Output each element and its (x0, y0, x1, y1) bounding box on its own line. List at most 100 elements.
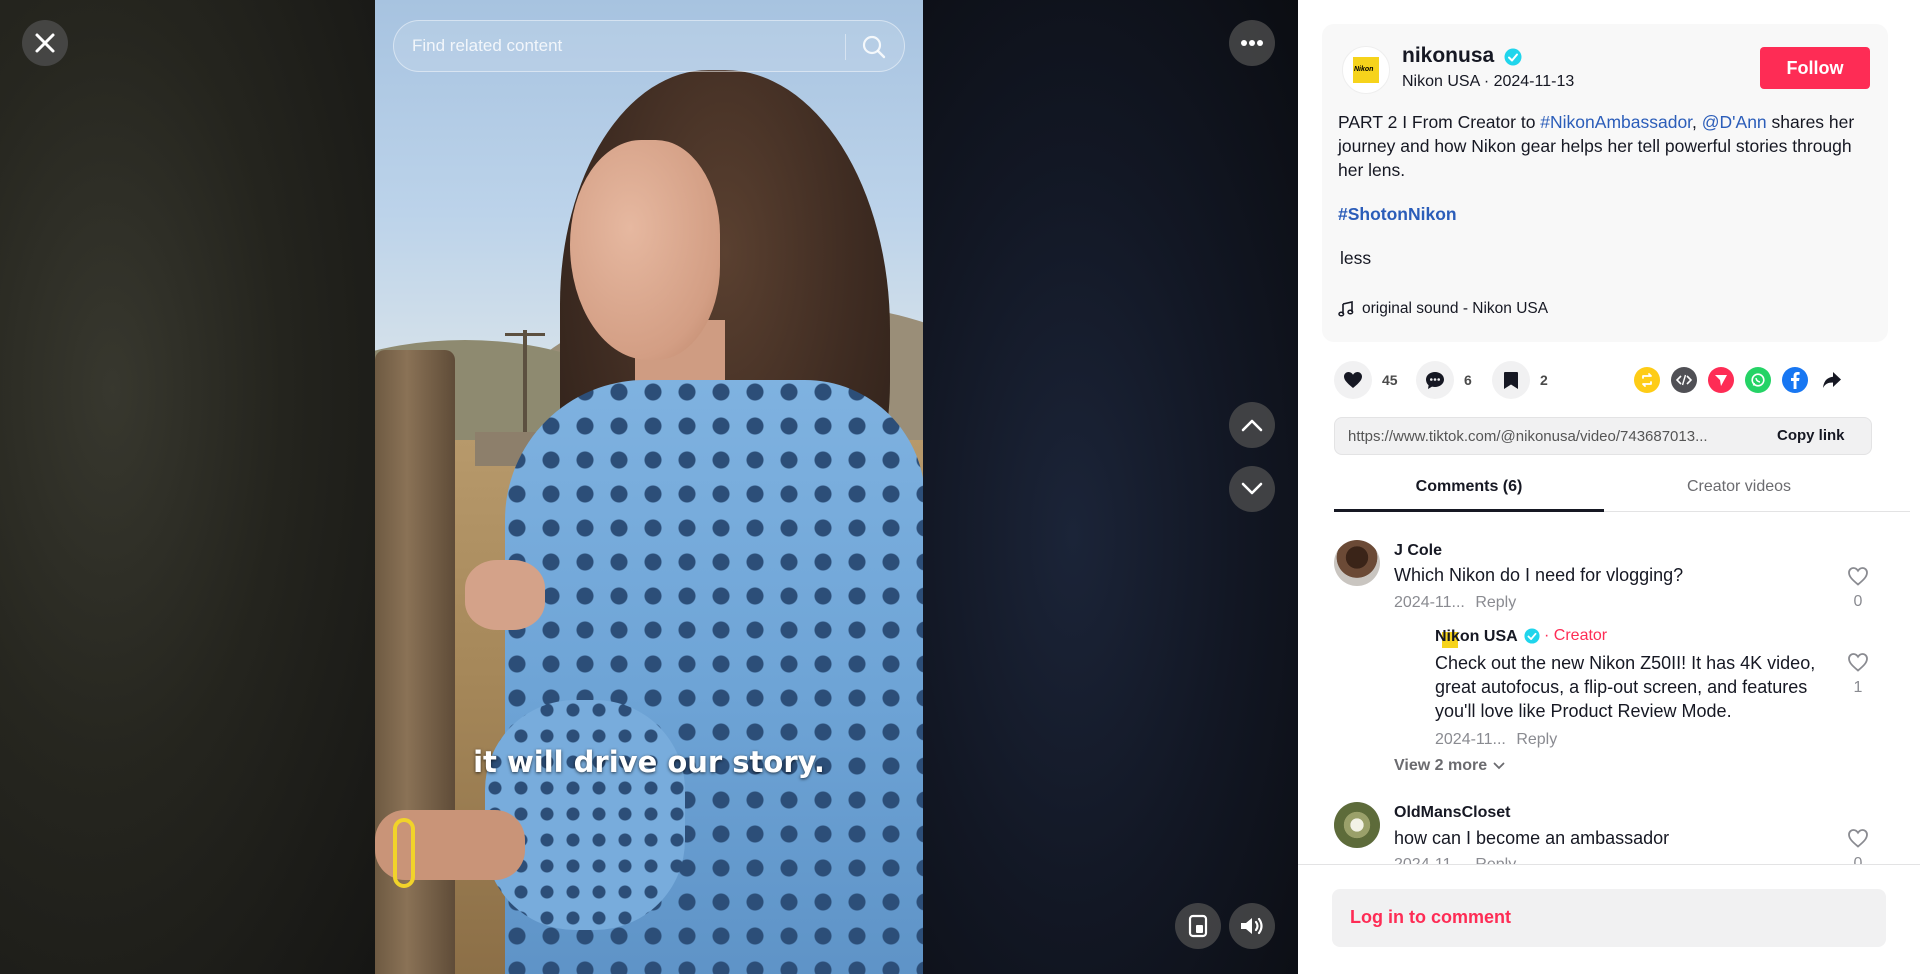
like-button[interactable]: 45 (1334, 360, 1398, 400)
less-button[interactable]: less (1340, 248, 1371, 269)
creator-badge-label: Creator (1553, 627, 1608, 644)
commenter-name[interactable]: J Cole (1394, 542, 1442, 560)
whatsapp-icon[interactable] (1745, 367, 1771, 393)
comment-like-button[interactable]: 0 (1846, 828, 1870, 864)
music-link[interactable]: original sound - Nikon USA (1338, 300, 1548, 318)
commenter-avatar[interactable] (1334, 802, 1380, 848)
favorite-button[interactable]: 2 (1492, 360, 1548, 400)
search-icon[interactable] (860, 33, 888, 61)
reply-author-badges: · Creator (1524, 627, 1607, 645)
chevron-down-icon (1241, 482, 1263, 495)
video-area: it will drive our story. Find related co… (0, 0, 1298, 974)
close-icon (35, 33, 55, 53)
search-divider (845, 34, 846, 60)
reply-button[interactable]: Reply (1475, 856, 1516, 864)
comment-list: J Cole Which Nikon do I need for vloggin… (1298, 520, 1920, 864)
video-player[interactable]: it will drive our story. (375, 0, 923, 974)
chevron-down-icon (1493, 762, 1505, 770)
reply-text: Check out the new Nikon Z50II! It has 4K… (1435, 653, 1816, 721)
commenter-name[interactable]: OldMansCloset (1394, 804, 1510, 822)
panel-tabs: Comments (6) Creator videos (1334, 470, 1910, 512)
comment-meta: 2024-11... Reply (1394, 594, 1516, 612)
comment-like-count: 0 (1853, 855, 1863, 864)
author-meta: Nikon USA · 2024-11-13 (1402, 73, 1575, 90)
nikon-logo: Nikon (1353, 57, 1379, 83)
woman-hand (465, 560, 545, 630)
floating-player-button[interactable] (1175, 903, 1221, 949)
like-circle (1334, 361, 1372, 399)
tab-comments[interactable]: Comments (6) (1334, 478, 1604, 496)
reply-like-button[interactable]: 1 (1846, 652, 1870, 697)
copy-link-row: https://www.tiktok.com/@nikonusa/video/7… (1334, 417, 1872, 455)
side-panel: Nikon nikonusa Nikon USA · 2024-11-13 Fo… (1298, 0, 1920, 974)
close-button[interactable] (22, 20, 68, 66)
author-username[interactable]: nikonusa (1402, 44, 1494, 68)
app: it will drive our story. Find related co… (0, 0, 1920, 974)
reply-like-count: 1 (1853, 679, 1863, 696)
verified-icon (1504, 48, 1522, 66)
video-caption: it will drive our story. (473, 745, 825, 779)
comment-meta: 2024-11... Reply (1394, 856, 1516, 864)
embed-icon[interactable] (1671, 367, 1697, 393)
video-description: PART 2 I From Creator to #NikonAmbassado… (1338, 110, 1874, 182)
reply-date: 2024-11... (1435, 731, 1506, 748)
heart-outline-icon (1848, 567, 1868, 586)
comment-count: 6 (1464, 372, 1472, 388)
chevron-up-icon (1241, 419, 1263, 432)
comment-like-count: 0 (1853, 593, 1863, 610)
favorite-circle (1492, 361, 1530, 399)
bookmark-icon (1504, 371, 1518, 389)
repost-icon[interactable] (1634, 367, 1660, 393)
volume-button[interactable] (1229, 903, 1275, 949)
share-arrow-icon[interactable] (1819, 367, 1845, 393)
yellow-bracelet (393, 818, 415, 888)
commenter-avatar[interactable] (1334, 540, 1380, 586)
facebook-icon[interactable] (1782, 367, 1808, 393)
actions-row: 45 6 2 (1334, 360, 1894, 400)
comment-icon (1426, 371, 1444, 389)
copy-link-button[interactable]: Copy link (1777, 427, 1845, 444)
reply-button[interactable]: Reply (1516, 731, 1557, 748)
volume-icon (1241, 917, 1263, 935)
comment-circle (1416, 361, 1454, 399)
video-url[interactable]: https://www.tiktok.com/@nikonusa/video/7… (1348, 428, 1758, 445)
view-more-replies-button[interactable]: View 2 more (1394, 757, 1505, 775)
heart-outline-icon (1848, 653, 1868, 672)
send-icon[interactable] (1708, 367, 1734, 393)
music-note-icon (1338, 301, 1354, 317)
dress-sleeve (485, 700, 685, 930)
floating-player-icon (1188, 914, 1208, 938)
description-comma: , (1692, 112, 1702, 132)
comment-text: how can I become an ambassador (1394, 828, 1670, 848)
comment-date: 2024-11... (1394, 856, 1465, 864)
author-avatar[interactable]: Nikon (1342, 46, 1390, 94)
comment-button[interactable]: 6 (1416, 360, 1472, 400)
follow-button[interactable]: Follow (1760, 47, 1870, 89)
reply-button[interactable]: Reply (1475, 594, 1516, 611)
search-input[interactable]: Find related content (393, 20, 905, 72)
login-to-comment-button[interactable]: Log in to comment (1332, 889, 1886, 947)
reply-author-name[interactable]: Nikon USA (1435, 628, 1518, 646)
nikon-logo-text: Nikon (1354, 66, 1374, 73)
next-video-button[interactable] (1229, 466, 1275, 512)
more-options-button[interactable] (1229, 20, 1275, 66)
previous-video-button[interactable] (1229, 402, 1275, 448)
favorite-count: 2 (1540, 372, 1548, 388)
music-title: original sound - Nikon USA (1362, 300, 1549, 317)
view-more-label: View 2 more (1394, 757, 1488, 774)
mention-dann[interactable]: @D'Ann (1702, 112, 1767, 132)
reply-meta: 2024-11... Reply (1435, 731, 1557, 749)
comment-input-area: Log in to comment (1298, 864, 1920, 974)
active-tab-indicator (1334, 509, 1604, 512)
search-placeholder: Find related content (412, 36, 563, 55)
comment-text: Which Nikon do I need for vlogging? (1394, 565, 1684, 585)
verified-icon (1524, 628, 1540, 644)
heart-outline-icon (1848, 829, 1868, 848)
comment-like-button[interactable]: 0 (1846, 566, 1870, 611)
comment-date: 2024-11... (1394, 594, 1465, 611)
hashtag-nikonambassador[interactable]: #NikonAmbassador (1540, 112, 1692, 132)
blurred-background-left (0, 0, 375, 974)
tab-creator-videos[interactable]: Creator videos (1604, 478, 1874, 496)
hashtag-shotonnikon[interactable]: #ShotonNikon (1338, 204, 1457, 225)
more-icon (1241, 40, 1263, 46)
